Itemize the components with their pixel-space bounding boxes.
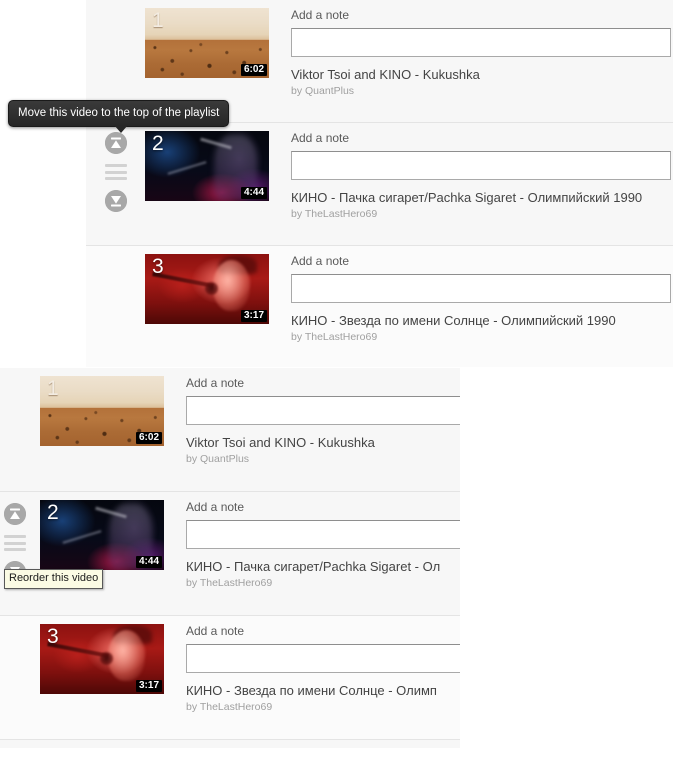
desert-landscape-thumbnail: 1 6:02 bbox=[40, 376, 164, 446]
playlist-editor-bottom: 1 6:02 Add a note Viktor Tsoi and KINO -… bbox=[0, 368, 460, 748]
table-row[interactable]: 3 3:17 Add a note КИНО - Звезда по имени… bbox=[86, 246, 673, 367]
video-position-number: 3 bbox=[152, 255, 164, 278]
thumbnail-mic-head bbox=[99, 652, 113, 665]
table-row[interactable]: 1 6:02 Add a note Viktor Tsoi and KINO -… bbox=[0, 368, 460, 492]
video-title[interactable]: Viktor Tsoi and KINO - Kukushka bbox=[186, 434, 460, 451]
video-meta: Add a note Viktor Tsoi and KINO - Kukush… bbox=[164, 375, 460, 466]
video-meta: Add a note КИНО - Звезда по имени Солнце… bbox=[164, 623, 460, 714]
table-row[interactable]: 2 4:44 Add a note КИНО - Пачка сигарет/P… bbox=[0, 492, 460, 616]
video-uploader: by TheLastHero69 bbox=[186, 701, 273, 713]
rail-spacer bbox=[0, 551, 30, 561]
video-title[interactable]: КИНО - Пачка сигарет/Pachka Sigaret - Ол… bbox=[291, 189, 673, 206]
reorder-handle-icon[interactable] bbox=[4, 535, 26, 551]
desert-landscape-thumbnail: 1 6:02 bbox=[145, 8, 269, 78]
rail-spacer bbox=[101, 180, 131, 190]
video-uploader: by TheLastHero69 bbox=[291, 208, 378, 220]
playlist-editor-top: 1 6:02 Add a note Viktor Tsoi and KINO -… bbox=[86, 0, 673, 367]
thumbnail-beam bbox=[167, 161, 207, 176]
move-to-bottom-icon[interactable] bbox=[105, 190, 127, 212]
tooltip-move-to-top: Move this video to the top of the playli… bbox=[8, 100, 230, 133]
reorder-handle-icon[interactable] bbox=[105, 164, 127, 180]
thumbnail-face bbox=[108, 629, 146, 682]
note-label: Add a note bbox=[291, 254, 350, 268]
tooltip-text: Move this video to the top of the playli… bbox=[18, 107, 220, 119]
note-label: Add a note bbox=[186, 624, 245, 638]
note-input[interactable] bbox=[186, 396, 460, 425]
video-thumbnail[interactable]: 3 3:17 bbox=[145, 254, 269, 324]
note-input[interactable] bbox=[186, 520, 460, 549]
video-thumbnail[interactable]: 2 4:44 bbox=[40, 500, 164, 570]
red-singer-thumbnail: 3 3:17 bbox=[40, 624, 164, 694]
move-to-top-icon[interactable] bbox=[105, 132, 127, 154]
note-label: Add a note bbox=[291, 8, 350, 22]
video-uploader: by QuantPlus bbox=[186, 453, 250, 465]
red-singer-thumbnail: 3 3:17 bbox=[145, 254, 269, 324]
video-uploader: by QuantPlus bbox=[291, 85, 355, 97]
video-meta: Add a note Viktor Tsoi and KINO - Kukush… bbox=[269, 7, 673, 98]
video-position-number: 2 bbox=[152, 132, 164, 155]
duration-badge: 3:17 bbox=[240, 310, 267, 322]
note-input[interactable] bbox=[186, 644, 460, 673]
video-title[interactable]: Viktor Tsoi and KINO - Kukushka bbox=[291, 66, 673, 83]
duration-badge: 3:17 bbox=[135, 680, 162, 692]
thumbnail-mic-head bbox=[204, 282, 218, 295]
duration-badge: 4:44 bbox=[240, 187, 267, 199]
video-meta: Add a note КИНО - Пачка сигарет/Pachka S… bbox=[269, 130, 673, 221]
note-input[interactable] bbox=[291, 28, 671, 57]
video-position-number: 1 bbox=[152, 9, 164, 32]
note-input[interactable] bbox=[291, 151, 671, 180]
video-title[interactable]: КИНО - Звезда по имени Солнце - Олимпийс… bbox=[291, 312, 673, 329]
concert-stage-thumbnail: 2 4:44 bbox=[145, 131, 269, 201]
table-row[interactable]: 2 4:44 Add a note КИНО - Пачка сигарет/P… bbox=[86, 123, 673, 246]
thumbnail-face bbox=[213, 259, 251, 312]
table-row[interactable]: 3 3:17 Add a note КИНО - Звезда по имени… bbox=[0, 616, 460, 740]
note-label: Add a note bbox=[291, 131, 350, 145]
concert-stage-thumbnail: 2 4:44 bbox=[40, 500, 164, 570]
video-position-number: 3 bbox=[47, 625, 59, 648]
duration-badge: 4:44 bbox=[135, 556, 162, 568]
note-label: Add a note bbox=[186, 376, 245, 390]
reorder-controls-top bbox=[101, 132, 131, 212]
video-title[interactable]: КИНО - Звезда по имени Солнце - Олимп bbox=[186, 682, 460, 699]
move-to-top-icon[interactable] bbox=[4, 503, 26, 525]
note-label: Add a note bbox=[186, 500, 245, 514]
video-thumbnail[interactable]: 2 4:44 bbox=[145, 131, 269, 201]
video-uploader: by TheLastHero69 bbox=[291, 331, 378, 343]
note-input[interactable] bbox=[291, 274, 671, 303]
video-position-number: 2 bbox=[47, 501, 59, 524]
video-meta: Add a note КИНО - Пачка сигарет/Pachka S… bbox=[164, 499, 460, 590]
video-meta: Add a note КИНО - Звезда по имени Солнце… bbox=[269, 253, 673, 344]
video-thumbnail[interactable]: 1 6:02 bbox=[145, 8, 269, 78]
duration-badge: 6:02 bbox=[135, 432, 162, 444]
video-position-number: 1 bbox=[47, 377, 59, 400]
video-thumbnail[interactable]: 1 6:02 bbox=[40, 376, 164, 446]
video-title[interactable]: КИНО - Пачка сигарет/Pachka Sigaret - Ол bbox=[186, 558, 460, 575]
video-thumbnail[interactable]: 3 3:17 bbox=[40, 624, 164, 694]
tooltip-reorder: Reorder this video bbox=[4, 569, 104, 589]
thumbnail-beam bbox=[62, 530, 102, 545]
video-uploader: by TheLastHero69 bbox=[186, 577, 273, 589]
duration-badge: 6:02 bbox=[240, 64, 267, 76]
tooltip-text: Reorder this video bbox=[9, 572, 99, 584]
